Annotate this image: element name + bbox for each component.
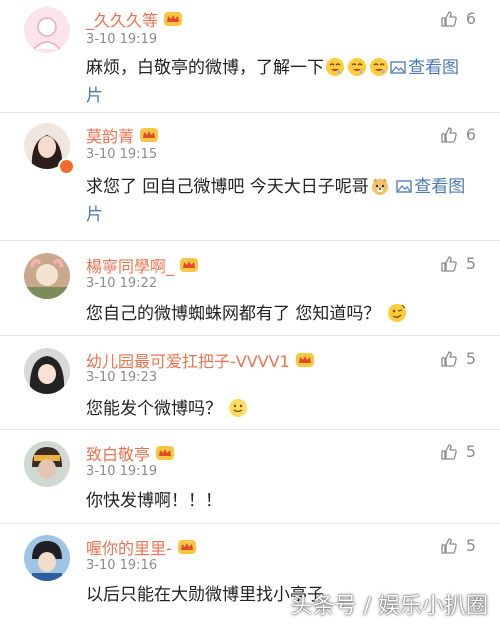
verified-badge-icon xyxy=(58,158,75,175)
user-name[interactable]: 致白敬亭 xyxy=(86,441,150,465)
user-name[interactable]: 喔你的里里- xyxy=(86,535,172,559)
like-button[interactable]: 5 xyxy=(440,442,476,461)
drool-emoji-icon xyxy=(347,57,367,77)
like-count: 6 xyxy=(465,9,476,28)
like-count: 5 xyxy=(465,349,476,368)
comment-time: 3-10 19:16 xyxy=(86,558,158,573)
comment-list: _久久久等 3-10 19:19 6 麻烦，白敬亭的微博，了解一下 查看图片 莫韵… xyxy=(0,0,500,629)
user-name[interactable]: _久久久等 xyxy=(86,7,158,31)
comment-body: 您能发个微博吗？ xyxy=(86,399,222,419)
avatar[interactable] xyxy=(24,7,70,53)
vip-crown-icon xyxy=(177,539,197,555)
comment-time: 3-10 19:15 xyxy=(86,147,158,162)
vip-crown-icon xyxy=(295,352,315,368)
user-name[interactable]: 莫韵菁 xyxy=(86,123,134,147)
comment-text: 您能发个微博吗？ xyxy=(86,395,471,423)
user-name-row: 莫韵菁 xyxy=(86,123,159,147)
comment-item: 致白敬亭 3-10 19:19 5 你快发博啊！！！ xyxy=(0,430,500,524)
avatar[interactable] xyxy=(24,348,70,394)
doge-emoji-icon xyxy=(370,176,390,196)
comment-item: 幼儿园最可爱扛把子-VVVV1 3-10 19:23 5 您能发个微博吗？ xyxy=(0,336,500,430)
thumbs-up-icon xyxy=(441,255,457,272)
comment-time: 3-10 19:19 xyxy=(86,464,158,479)
comment-text: 你快发博啊！！！ xyxy=(86,487,471,515)
thumbs-up-icon xyxy=(441,10,457,27)
vip-crown-icon xyxy=(163,11,183,27)
image-icon xyxy=(396,174,412,193)
thumbs-up-icon xyxy=(441,350,457,367)
vip-crown-icon xyxy=(139,127,159,143)
comment-time: 3-10 19:22 xyxy=(86,276,158,291)
user-name[interactable]: 幼儿园最可爱扛把子-VVVV1 xyxy=(86,348,290,372)
thumbs-up-icon xyxy=(441,443,457,460)
user-name-row: 楊寧同學啊_ xyxy=(86,253,199,277)
comment-text: 您自己的微博蜘蛛网都有了 您知道吗？ xyxy=(86,300,471,328)
wink-emoji-icon xyxy=(387,303,407,323)
smile-emoji-icon xyxy=(228,398,248,418)
comment-body: 麻烦，白敬亭的微博，了解一下 xyxy=(86,58,324,78)
like-count: 5 xyxy=(465,442,476,461)
comment-body: 您自己的微博蜘蛛网都有了 您知道吗？ xyxy=(86,304,381,324)
vip-crown-icon xyxy=(155,445,175,461)
like-button[interactable]: 6 xyxy=(440,9,476,28)
image-icon xyxy=(390,55,406,74)
comment-body: 求您了 回自己微博吧 今天大日子呢哥 xyxy=(86,177,369,197)
watermark: 头条号 / 娱乐小扒圈 xyxy=(290,594,488,619)
like-count: 5 xyxy=(465,254,476,273)
drool-emoji-icon xyxy=(369,57,389,77)
thumbs-up-icon xyxy=(441,537,457,554)
comment-text: 求您了 回自己微博吧 今天大日子呢哥 查看图片 xyxy=(86,173,471,229)
like-button[interactable]: 5 xyxy=(440,254,476,273)
avatar[interactable] xyxy=(24,253,70,299)
drool-emoji-icon xyxy=(325,57,345,77)
comment-body: 以后只能在大勋微博里找小亭子 xyxy=(86,585,324,605)
comment-time: 3-10 19:19 xyxy=(86,32,158,47)
user-name-row: 幼儿园最可爱扛把子-VVVV1 xyxy=(86,348,315,372)
comment-item: 楊寧同學啊_ 3-10 19:22 5 您自己的微博蜘蛛网都有了 您知道吗？ xyxy=(0,241,500,336)
like-count: 5 xyxy=(465,536,476,555)
like-count: 6 xyxy=(465,125,476,144)
comment-item: 莫韵菁 3-10 19:15 6 求您了 回自己微博吧 今天大日子呢哥 查看图片 xyxy=(0,113,500,241)
thumbs-up-icon xyxy=(441,126,457,143)
avatar[interactable] xyxy=(24,441,70,487)
avatar[interactable] xyxy=(24,535,70,581)
comment-text: 麻烦，白敬亭的微博，了解一下 查看图片 xyxy=(86,54,471,110)
comment-time: 3-10 19:23 xyxy=(86,370,158,385)
user-name-row: 致白敬亭 xyxy=(86,441,175,465)
user-name[interactable]: 楊寧同學啊_ xyxy=(86,253,174,277)
comment-item: _久久久等 3-10 19:19 6 麻烦，白敬亭的微博，了解一下 查看图片 xyxy=(0,0,500,113)
user-name-row: 喔你的里里- xyxy=(86,535,197,559)
user-name-row: _久久久等 xyxy=(86,7,183,31)
comment-body: 你快发博啊！！！ xyxy=(86,491,222,511)
like-button[interactable]: 6 xyxy=(440,125,476,144)
vip-crown-icon xyxy=(179,257,199,273)
like-button[interactable]: 5 xyxy=(440,349,476,368)
like-button[interactable]: 5 xyxy=(440,536,476,555)
